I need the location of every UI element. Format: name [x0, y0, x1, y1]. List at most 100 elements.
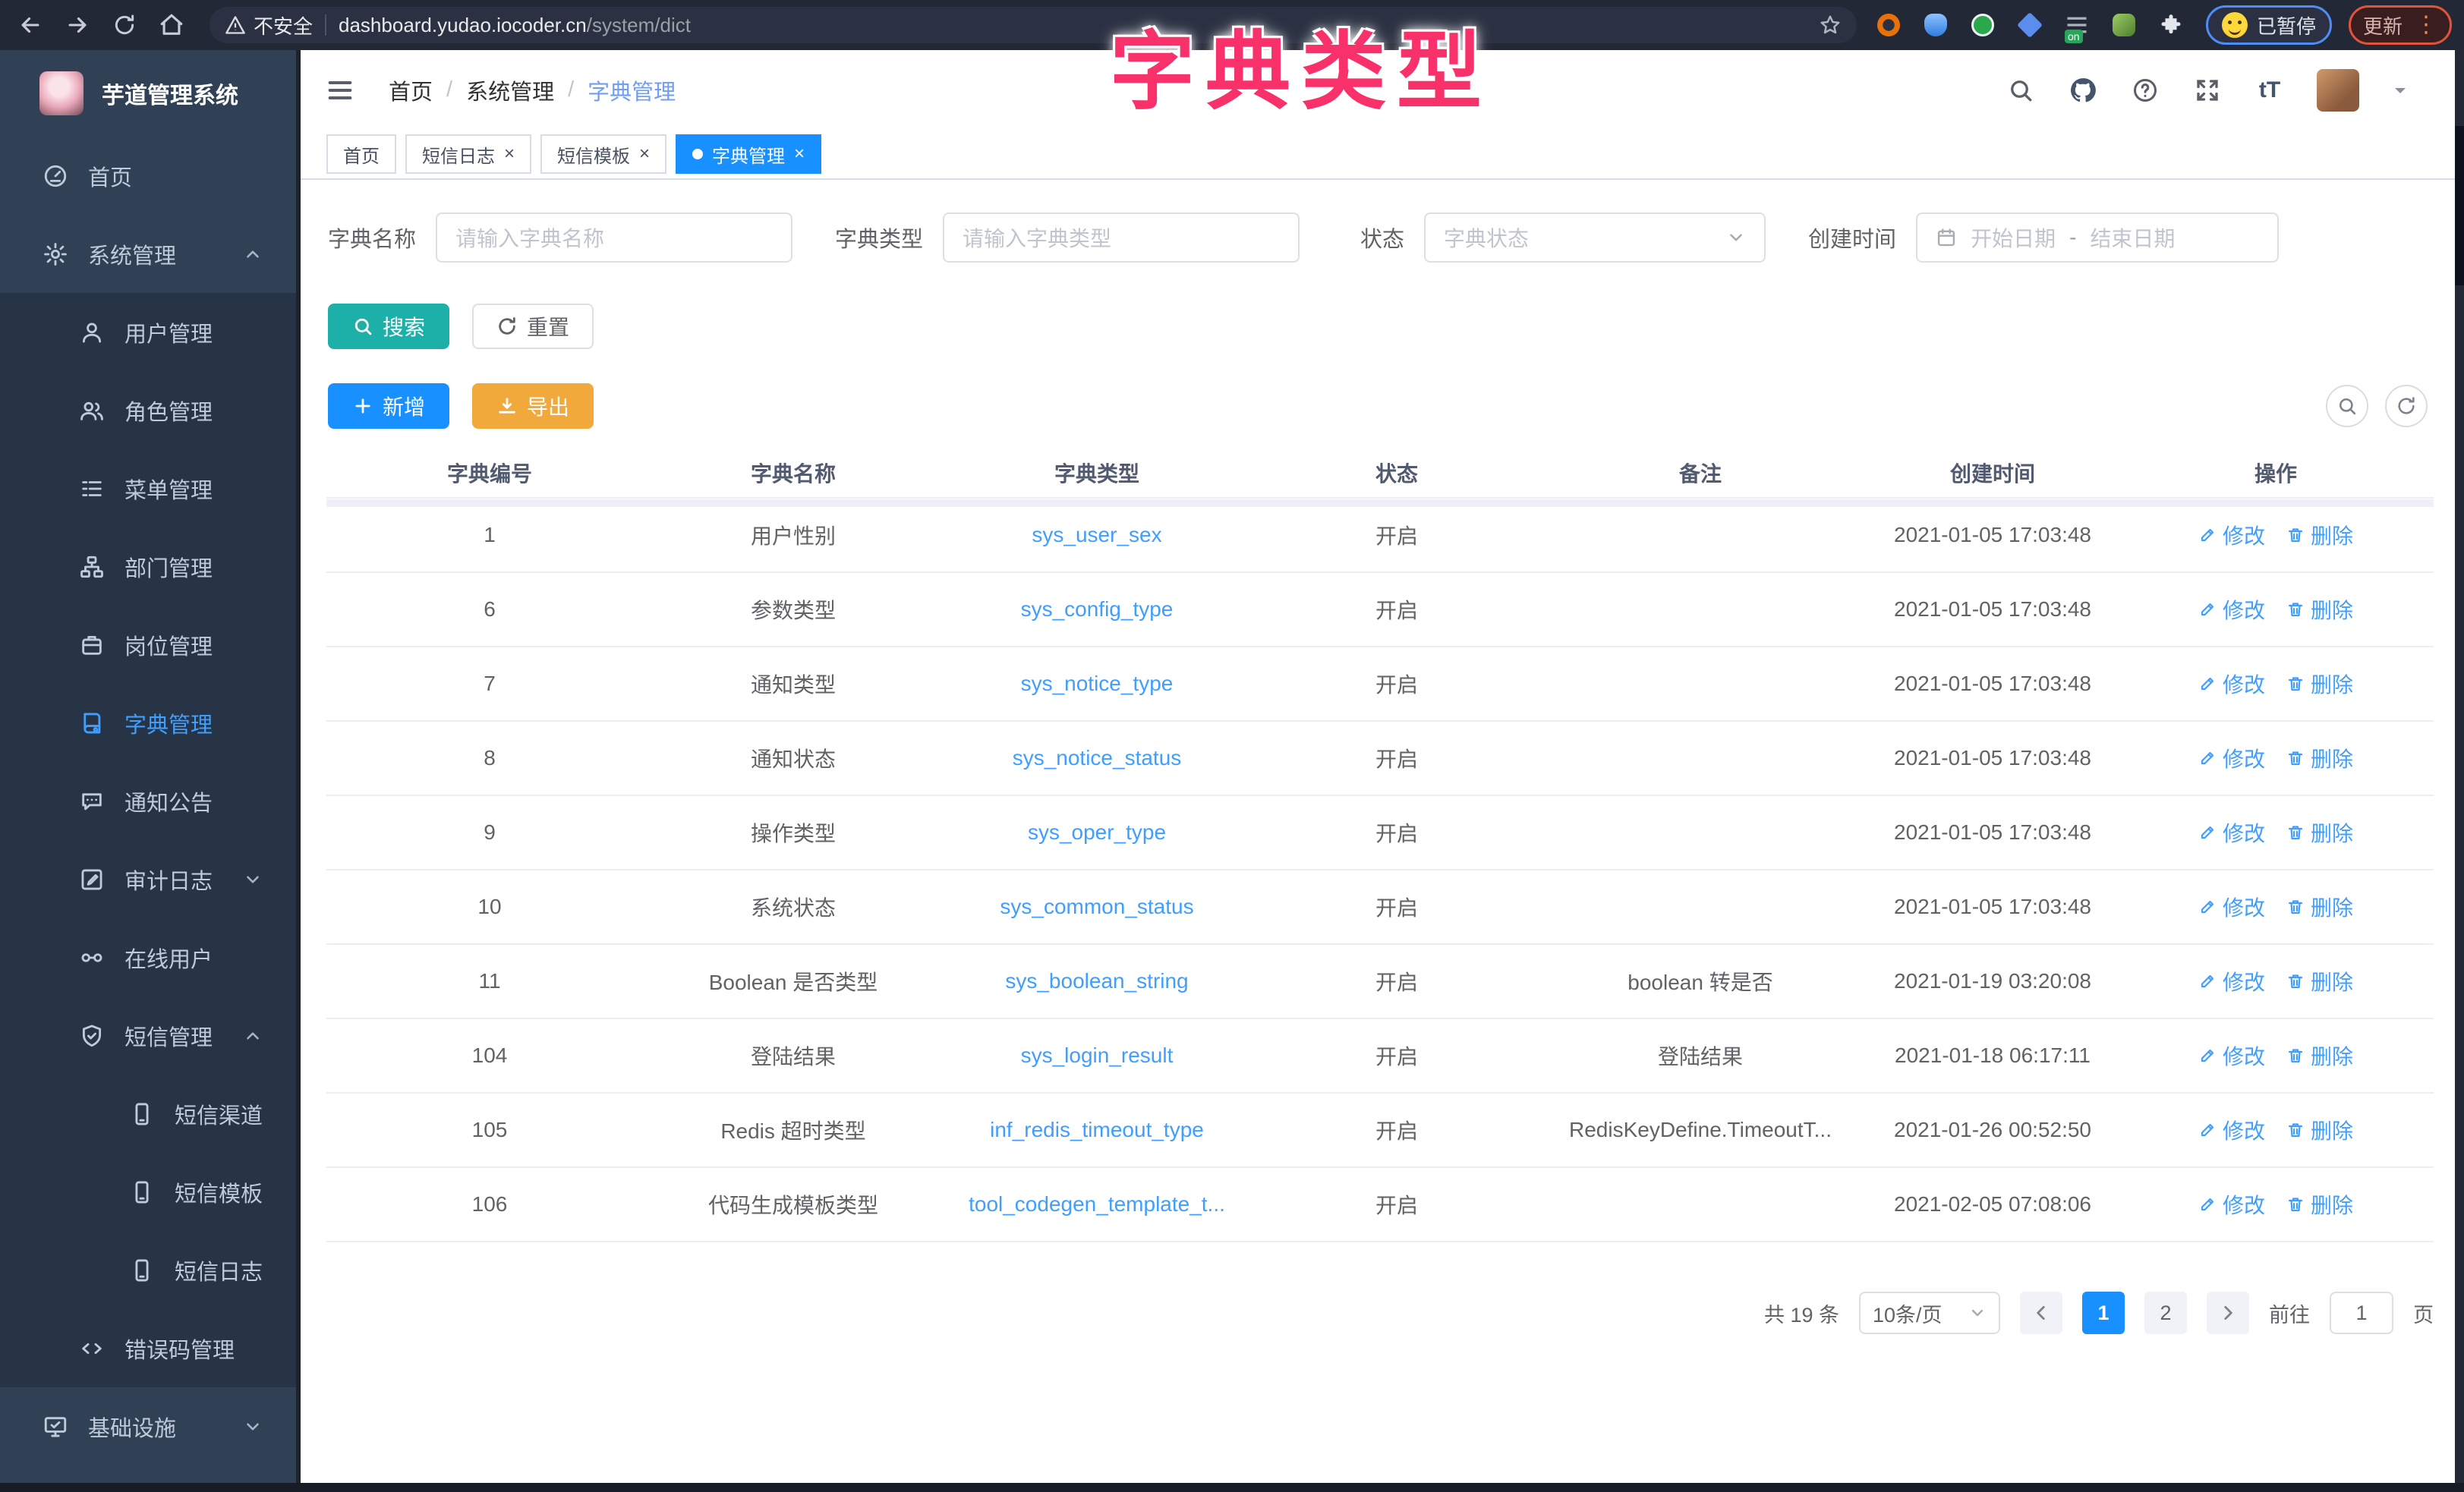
scrollbar[interactable] [2455, 50, 2464, 1483]
browser-update-button[interactable]: 更新 ⋮ [2349, 5, 2452, 45]
edit-link[interactable]: 修改 [2198, 594, 2265, 625]
edit-link[interactable]: 修改 [2198, 669, 2265, 699]
sidebar-item-sms-channel[interactable]: 短信渠道 [0, 1075, 296, 1153]
search-button[interactable]: 搜索 [328, 304, 449, 349]
browser-profile-chip[interactable]: 已暂停 [2206, 5, 2332, 45]
add-button[interactable]: 新增 [328, 383, 449, 429]
delete-link[interactable]: 删除 [2286, 1115, 2353, 1145]
dict-type-link[interactable]: sys_notice_type [1021, 672, 1174, 695]
extension-icon-4[interactable] [2015, 10, 2045, 40]
dict-name-input[interactable]: 请输入字典名称 [436, 212, 792, 263]
scrollbar-thumb[interactable] [2455, 126, 2464, 285]
sidebar-item-notices[interactable]: 通知公告 [0, 762, 296, 840]
delete-link[interactable]: 删除 [2286, 669, 2353, 699]
export-button[interactable]: 导出 [472, 383, 594, 429]
security-label: 不安全 [254, 11, 313, 39]
close-icon[interactable]: × [639, 145, 650, 163]
next-page-button[interactable] [2207, 1292, 2249, 1334]
dict-type-link[interactable]: sys_boolean_string [1005, 969, 1188, 993]
delete-link[interactable]: 删除 [2286, 1189, 2353, 1220]
sidebar-item-posts[interactable]: 岗位管理 [0, 606, 296, 684]
tab-home[interactable]: 首页 [326, 134, 396, 174]
delete-link[interactable]: 删除 [2286, 594, 2353, 625]
dict-type-link[interactable]: sys_login_result [1021, 1043, 1174, 1067]
avatar-caret-icon[interactable] [2391, 81, 2409, 99]
bookmark-star-icon[interactable] [1819, 14, 1842, 36]
goto-page-input[interactable]: 1 [2330, 1292, 2393, 1334]
delete-link[interactable]: 删除 [2286, 520, 2353, 550]
status-select[interactable]: 字典状态 [1424, 212, 1766, 263]
edit-icon [2198, 823, 2217, 842]
extension-icon-6[interactable] [2109, 10, 2139, 40]
edit-link[interactable]: 修改 [2198, 520, 2265, 550]
tab-dictionary[interactable]: 字典管理× [676, 134, 821, 174]
sidebar-item-error-code[interactable]: 错误码管理 [0, 1309, 296, 1387]
dict-type-link[interactable]: sys_oper_type [1028, 820, 1166, 844]
edit-link[interactable]: 修改 [2198, 743, 2265, 773]
delete-link[interactable]: 删除 [2286, 743, 2353, 773]
dict-type-link[interactable]: sys_notice_status [1013, 746, 1182, 770]
delete-link[interactable]: 删除 [2286, 1040, 2353, 1071]
extensions-puzzle-icon[interactable] [2156, 10, 2186, 40]
sidebar-item-system[interactable]: 系统管理 [0, 215, 296, 293]
dict-type-link[interactable]: inf_redis_timeout_type [990, 1118, 1204, 1141]
delete-link[interactable]: 删除 [2286, 892, 2353, 922]
browser-menu-icon[interactable]: ⋮ [2415, 14, 2437, 36]
github-icon[interactable] [2068, 75, 2098, 105]
dict-type-input[interactable]: 请输入字典类型 [943, 212, 1300, 263]
dict-type-link[interactable]: sys_common_status [1000, 895, 1193, 918]
extension-icon-2[interactable] [1920, 10, 1951, 40]
dict-type-link[interactable]: tool_codegen_template_t... [969, 1192, 1225, 1216]
font-size-icon[interactable]: tT [2254, 75, 2285, 105]
breadcrumb-home[interactable]: 首页 [389, 74, 433, 106]
sidebar-item-infrastructure[interactable]: 基础设施 [0, 1387, 296, 1465]
close-icon[interactable]: × [794, 145, 805, 163]
extension-icon-3[interactable] [1968, 10, 1998, 40]
dict-type-link[interactable]: sys_user_sex [1032, 523, 1161, 546]
delete-link[interactable]: 删除 [2286, 966, 2353, 996]
search-icon[interactable] [2006, 75, 2036, 105]
reload-icon[interactable] [108, 8, 141, 42]
help-icon[interactable] [2130, 75, 2160, 105]
sidebar-item-sms-log[interactable]: 短信日志 [0, 1231, 296, 1309]
sidebar-item-dictionary[interactable]: 字典管理 [0, 684, 296, 762]
sidebar-item-sms-template[interactable]: 短信模板 [0, 1153, 296, 1231]
user-avatar[interactable] [2317, 69, 2359, 112]
sidebar-item-users[interactable]: 用户管理 [0, 293, 296, 371]
page-size-select[interactable]: 10条/页 [1859, 1292, 2000, 1334]
page-button-2[interactable]: 2 [2144, 1292, 2187, 1334]
sidebar-item-home[interactable]: 首页 [0, 137, 296, 215]
date-range-picker[interactable]: 开始日期 - 结束日期 [1916, 212, 2279, 263]
edit-link[interactable]: 修改 [2198, 966, 2265, 996]
extension-icon-5[interactable]: on [2062, 10, 2092, 40]
sidebar-item-audit-log[interactable]: 审计日志 [0, 840, 296, 918]
sidebar-item-roles[interactable]: 角色管理 [0, 371, 296, 449]
fullscreen-icon[interactable] [2192, 75, 2223, 105]
edit-link[interactable]: 修改 [2198, 1115, 2265, 1145]
tab-sms-template[interactable]: 短信模板× [540, 134, 666, 174]
refresh-table-button[interactable] [2385, 385, 2428, 427]
edit-link[interactable]: 修改 [2198, 892, 2265, 922]
tab-sms-log[interactable]: 短信日志× [405, 134, 531, 174]
edit-link[interactable]: 修改 [2198, 1189, 2265, 1220]
close-icon[interactable]: × [504, 145, 515, 163]
forward-icon[interactable] [61, 8, 94, 42]
sidebar-item-menus[interactable]: 菜单管理 [0, 449, 296, 527]
sidebar-item-departments[interactable]: 部门管理 [0, 527, 296, 606]
back-icon[interactable] [14, 8, 47, 42]
reset-button[interactable]: 重置 [472, 304, 594, 349]
extension-icon-1[interactable] [1873, 10, 1904, 40]
home-icon[interactable] [155, 8, 188, 42]
toggle-search-button[interactable] [2326, 385, 2368, 427]
url-bar[interactable]: 不安全 dashboard.yudao.iocoder.cn /system/d… [210, 7, 1857, 43]
breadcrumb-system[interactable]: 系统管理 [466, 74, 554, 106]
sidebar-item-sms[interactable]: 短信管理 [0, 996, 296, 1075]
sidebar-item-online-users[interactable]: 在线用户 [0, 918, 296, 996]
edit-link[interactable]: 修改 [2198, 1040, 2265, 1071]
edit-link[interactable]: 修改 [2198, 817, 2265, 848]
delete-link[interactable]: 删除 [2286, 817, 2353, 848]
hamburger-icon[interactable] [325, 75, 355, 105]
page-button-1[interactable]: 1 [2082, 1292, 2125, 1334]
prev-page-button[interactable] [2020, 1292, 2062, 1334]
dict-type-link[interactable]: sys_config_type [1021, 597, 1174, 621]
